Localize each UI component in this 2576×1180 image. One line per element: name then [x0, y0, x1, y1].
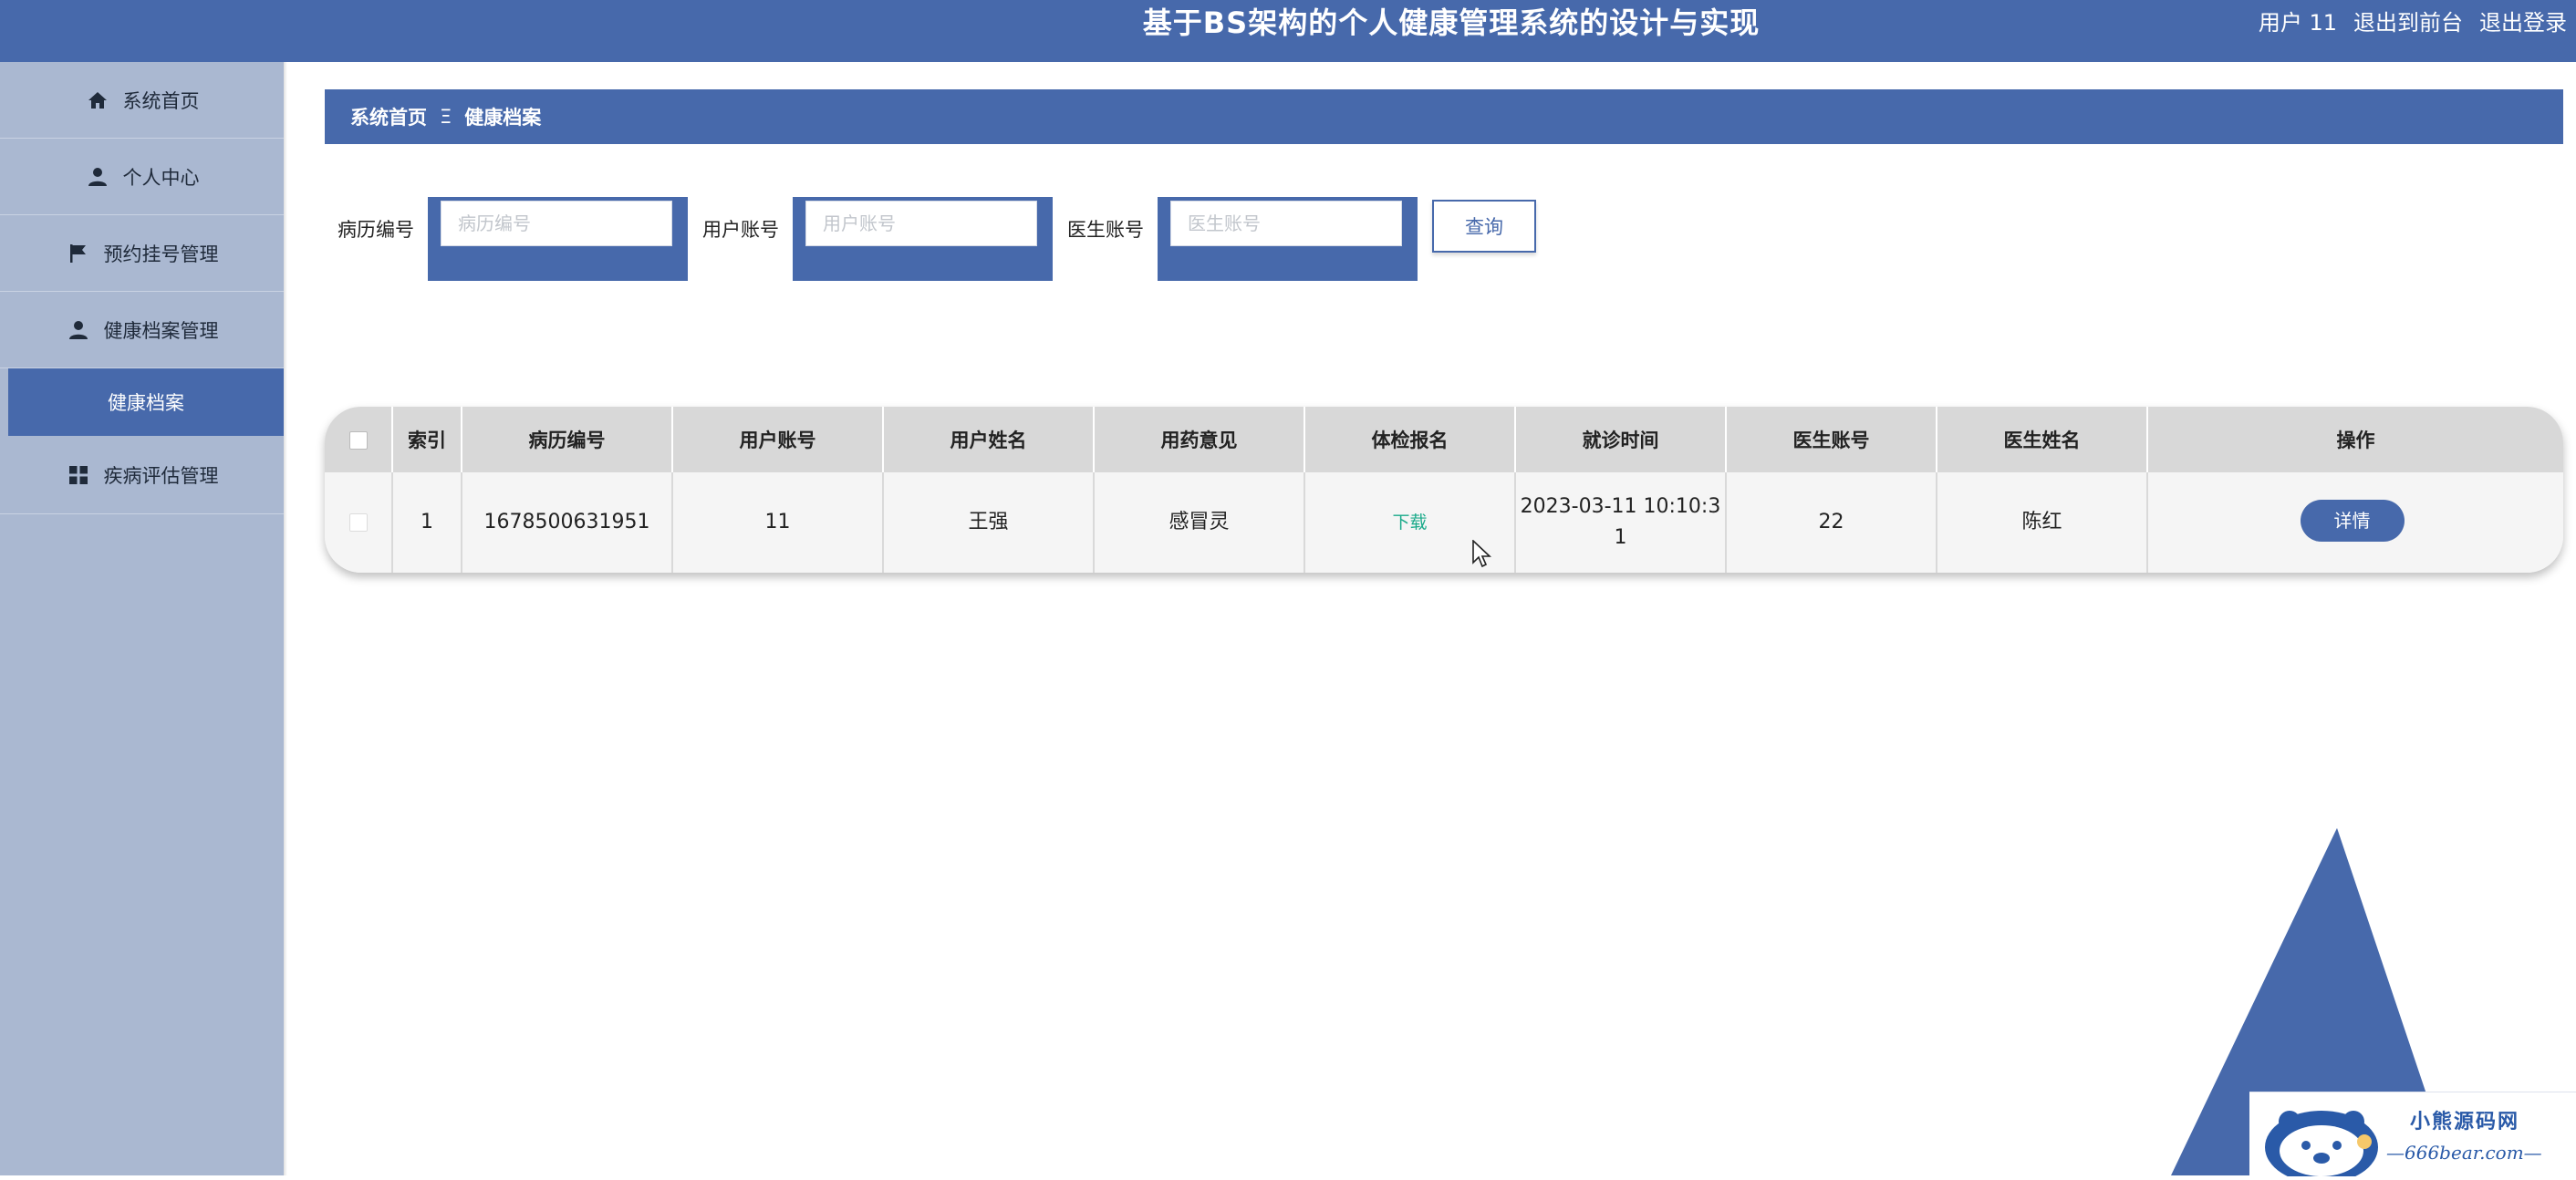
sidebar-item-label: 预约挂号管理 — [103, 243, 219, 265]
query-button[interactable]: 查询 — [1432, 200, 1536, 253]
mouse-cursor-icon — [1472, 539, 1492, 573]
record-no-field-frame — [428, 197, 688, 281]
breadcrumb-home[interactable]: 系统首页 — [350, 103, 427, 130]
row-select-cell — [325, 472, 393, 573]
person-icon — [66, 317, 91, 343]
doctor-name-cell: 陈红 — [1937, 472, 2148, 573]
select-all-checkbox[interactable] — [348, 431, 368, 450]
user-account-field-frame — [793, 197, 1053, 281]
records-table: 索引 病历编号 用户账号 用户姓名 用药意见 体检报名 就诊时间 医生账号 医生… — [325, 407, 2563, 573]
current-user-label: 用户 11 — [2258, 10, 2337, 36]
detail-button[interactable]: 详情 — [2300, 500, 2405, 542]
logout-link[interactable]: 退出登录 — [2479, 0, 2567, 46]
column-header: 用户姓名 — [883, 407, 1095, 472]
record-no-input[interactable] — [441, 201, 672, 246]
sidebar-item-home[interactable]: 系统首页 — [0, 62, 284, 139]
grid-icon — [66, 462, 91, 488]
watermark-name: 小熊源码网 — [2410, 1110, 2520, 1133]
flag-icon — [66, 241, 91, 266]
sidebar-item-appointments[interactable]: 预约挂号管理 — [0, 215, 284, 292]
doctor-account-label: 医生账号 — [1067, 219, 1144, 241]
column-header: 体检报名 — [1304, 407, 1516, 472]
column-header: 医生姓名 — [1937, 407, 2148, 472]
sidebar-subitem-health-record[interactable]: 健康档案 — [8, 368, 284, 436]
sidebar-item-health-records[interactable]: 健康档案管理 — [0, 292, 284, 368]
breadcrumb: 系统首页 Ξ 健康档案 — [325, 89, 2563, 144]
person-icon — [85, 164, 110, 190]
app-title: 基于BS架构的个人健康管理系统的设计与实现 — [1142, 5, 1761, 40]
column-header: 用药意见 — [1094, 407, 1305, 472]
site-watermark: 小熊源码网 —666bear.com— — [2249, 1092, 2576, 1180]
home-icon — [85, 88, 110, 113]
doctor-account-field-frame — [1158, 197, 1418, 281]
index-cell: 1 — [392, 472, 462, 573]
visit-time-line1: 2023-03-11 10:10:3 — [1520, 495, 1721, 518]
top-right-links: 用户 11 退出到前台 退出登录 — [2259, 0, 2567, 46]
visit-time-line2: 1 — [1614, 526, 1627, 549]
sidebar-item-personal-center[interactable]: 个人中心 — [0, 139, 284, 215]
select-all-cell — [325, 407, 393, 472]
sidebar-item-label: 疾病评估管理 — [103, 464, 219, 487]
breadcrumb-current: 健康档案 — [464, 107, 542, 129]
column-header: 医生账号 — [1726, 407, 1937, 472]
visit-time-cell: 2023-03-11 10:10:3 1 — [1515, 472, 1727, 573]
sidebar-item-disease-assessment[interactable]: 疾病评估管理 — [0, 436, 284, 514]
column-header: 索引 — [392, 407, 462, 472]
medication-cell: 感冒灵 — [1094, 472, 1305, 573]
row-checkbox[interactable] — [348, 513, 368, 532]
watermark-url: —666bear.com— — [2386, 1142, 2542, 1164]
doctor-account-cell: 22 — [1726, 472, 1937, 573]
user-name-cell: 王强 — [883, 472, 1095, 573]
download-link[interactable]: 下载 — [1392, 512, 1427, 533]
user-account-input[interactable] — [805, 201, 1037, 246]
action-cell: 详情 — [2147, 472, 2563, 573]
doctor-account-input[interactable] — [1170, 201, 1402, 246]
sidebar-item-label: 个人中心 — [122, 166, 200, 189]
table-row: 1 1678500631951 11 王强 感冒灵 下载 2023-03-11 … — [325, 472, 2563, 573]
column-header: 病历编号 — [462, 407, 673, 472]
exit-to-front-link[interactable]: 退出到前台 — [2353, 0, 2463, 46]
user-account-label: 用户账号 — [702, 219, 779, 241]
bear-logo-icon — [2262, 1100, 2381, 1180]
top-bar: 基于BS架构的个人健康管理系统的设计与实现 用户 11 退出到前台 退出登录 — [0, 0, 2576, 62]
sidebar-item-label: 健康档案管理 — [103, 319, 219, 342]
column-header: 操作 — [2147, 407, 2563, 472]
column-header: 用户账号 — [672, 407, 884, 472]
column-header: 就诊时间 — [1515, 407, 1727, 472]
table-header-row: 索引 病历编号 用户账号 用户姓名 用药意见 体检报名 就诊时间 医生账号 医生… — [325, 407, 2563, 472]
breadcrumb-separator: Ξ — [440, 106, 452, 128]
record-no-label: 病历编号 — [338, 219, 414, 241]
user-account-cell: 11 — [672, 472, 884, 573]
record-no-cell: 1678500631951 — [462, 472, 673, 573]
sidebar-item-label: 系统首页 — [122, 89, 200, 112]
